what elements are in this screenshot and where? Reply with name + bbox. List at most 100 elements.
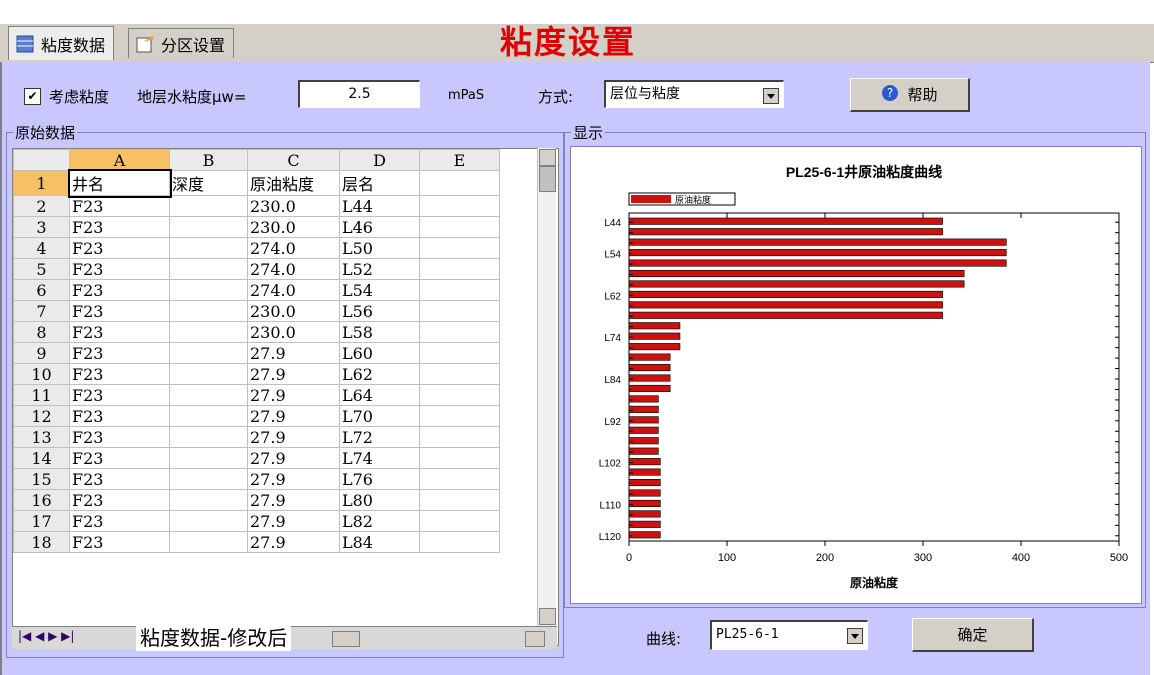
grid-cell[interactable]	[419, 342, 500, 364]
grid-cell[interactable]	[419, 531, 500, 553]
row-header[interactable]: 12	[13, 405, 70, 427]
table-row[interactable]: 15 F23 27.9 L76	[13, 468, 500, 490]
grid-cell[interactable]	[169, 363, 248, 385]
curve-select[interactable]: PL25-6-1	[710, 620, 868, 650]
grid-cell[interactable]	[419, 384, 500, 406]
grid-cell[interactable]	[419, 405, 500, 427]
grid-cell[interactable]: L74	[339, 447, 420, 469]
select-all-corner[interactable]	[13, 149, 70, 171]
table-row[interactable]: 1 井名 深度 原油粘度 层名	[13, 168, 500, 198]
grid-cell[interactable]	[169, 447, 248, 469]
table-row[interactable]: 18 F23 27.9 L84	[13, 531, 500, 553]
table-row[interactable]: 2 F23 230.0 L44	[13, 195, 500, 217]
grid-cell[interactable]: 27.9	[247, 342, 340, 364]
grid-cell[interactable]: 274.0	[247, 237, 340, 259]
column-header[interactable]: A	[69, 149, 170, 171]
grid-cell[interactable]: 27.9	[247, 447, 340, 469]
row-header[interactable]: 16	[13, 489, 70, 511]
grid-cell[interactable]: L60	[339, 342, 420, 364]
row-header[interactable]: 7	[13, 300, 70, 322]
table-row[interactable]: 12 F23 27.9 L70	[13, 405, 500, 427]
grid-cell[interactable]	[169, 342, 248, 364]
row-header[interactable]: 5	[13, 258, 70, 280]
grid-cell[interactable]: 深度	[169, 170, 248, 196]
consider-viscosity-checkbox[interactable]: ✔	[24, 87, 41, 105]
table-row[interactable]: 17 F23 27.9 L82	[13, 510, 500, 532]
grid-cell[interactable]: 274.0	[247, 258, 340, 280]
scroll-up-icon[interactable]	[539, 149, 556, 166]
tab-viscosity-data[interactable]: 粘度数据	[8, 26, 115, 60]
row-header[interactable]: 10	[13, 363, 70, 385]
grid-cell[interactable]: L80	[339, 489, 420, 511]
grid-cell[interactable]: L54	[339, 279, 420, 301]
grid-cell[interactable]	[169, 321, 248, 343]
sheet-nav-icons[interactable]: |◀ ◀ ▶ ▶|	[18, 629, 74, 643]
grid-cell[interactable]	[419, 237, 500, 259]
grid-cell[interactable]: L56	[339, 300, 420, 322]
hscroll-right-icon[interactable]	[525, 631, 545, 647]
grid-cell[interactable]: F23	[69, 405, 170, 427]
grid-cell[interactable]: 27.9	[247, 363, 340, 385]
row-header[interactable]: 11	[13, 384, 70, 406]
sheet-tab[interactable]: 粘度数据-修改后	[136, 622, 292, 651]
grid-cell[interactable]: 230.0	[247, 216, 340, 238]
grid-cell[interactable]	[419, 426, 500, 448]
grid-cell[interactable]: 230.0	[247, 321, 340, 343]
grid-cell[interactable]: 层名	[339, 170, 420, 196]
grid-cell[interactable]: F23	[69, 510, 170, 532]
scroll-thumb[interactable]	[539, 166, 556, 192]
table-row[interactable]: 5 F23 274.0 L52	[13, 258, 500, 280]
row-header[interactable]: 13	[13, 426, 70, 448]
grid-cell[interactable]: 27.9	[247, 426, 340, 448]
row-header[interactable]: 1	[13, 170, 70, 196]
grid-cell[interactable]	[169, 300, 248, 322]
table-row[interactable]: 4 F23 274.0 L50	[13, 237, 500, 259]
vertical-scrollbar[interactable]	[537, 148, 556, 626]
grid-cell[interactable]: 井名	[67, 168, 172, 198]
grid-cell[interactable]	[169, 489, 248, 511]
row-header[interactable]: 9	[13, 342, 70, 364]
table-row[interactable]: 10 F23 27.9 L62	[13, 363, 500, 385]
grid-cell[interactable]	[419, 279, 500, 301]
row-header[interactable]: 8	[13, 321, 70, 343]
table-row[interactable]: 13 F23 27.9 L72	[13, 426, 500, 448]
grid-cell[interactable]: 230.0	[247, 195, 340, 217]
grid-cell[interactable]: L84	[339, 531, 420, 553]
grid-cell[interactable]: F23	[69, 321, 170, 343]
grid-cell[interactable]: L82	[339, 510, 420, 532]
row-header[interactable]: 18	[13, 531, 70, 553]
grid-cell[interactable]: F23	[69, 489, 170, 511]
grid-cell[interactable]: 27.9	[247, 489, 340, 511]
row-header[interactable]: 2	[13, 195, 70, 217]
water-visc-input[interactable]: 2.5	[298, 80, 420, 108]
grid-cell[interactable]: F23	[69, 468, 170, 490]
grid-cell[interactable]: F23	[69, 195, 170, 217]
grid-cell[interactable]	[169, 279, 248, 301]
grid-cell[interactable]	[169, 468, 248, 490]
grid-cell[interactable]: F23	[69, 237, 170, 259]
grid-cell[interactable]: 27.9	[247, 531, 340, 553]
grid-cell[interactable]	[419, 195, 500, 217]
table-row[interactable]: 14 F23 27.9 L74	[13, 447, 500, 469]
grid-cell[interactable]: L50	[339, 237, 420, 259]
grid-cell[interactable]	[419, 447, 500, 469]
grid-cell[interactable]: 原油粘度	[247, 170, 340, 196]
grid-cell[interactable]	[419, 170, 500, 196]
row-header[interactable]: 15	[13, 468, 70, 490]
chevron-down-icon[interactable]	[847, 628, 863, 644]
grid-cell[interactable]: 230.0	[247, 300, 340, 322]
grid-cell[interactable]	[169, 258, 248, 280]
table-row[interactable]: 16 F23 27.9 L80	[13, 489, 500, 511]
grid-cell[interactable]: L76	[339, 468, 420, 490]
table-row[interactable]: 3 F23 230.0 L46	[13, 216, 500, 238]
grid-cell[interactable]	[419, 363, 500, 385]
grid-cell[interactable]	[419, 489, 500, 511]
grid-cell[interactable]: L44	[339, 195, 420, 217]
table-row[interactable]: 9 F23 27.9 L60	[13, 342, 500, 364]
grid-cell[interactable]	[169, 384, 248, 406]
grid-cell[interactable]	[169, 195, 248, 217]
grid-cell[interactable]: F23	[69, 426, 170, 448]
table-row[interactable]: 6 F23 274.0 L54	[13, 279, 500, 301]
chevron-down-icon[interactable]	[763, 88, 779, 104]
row-header[interactable]: 17	[13, 510, 70, 532]
